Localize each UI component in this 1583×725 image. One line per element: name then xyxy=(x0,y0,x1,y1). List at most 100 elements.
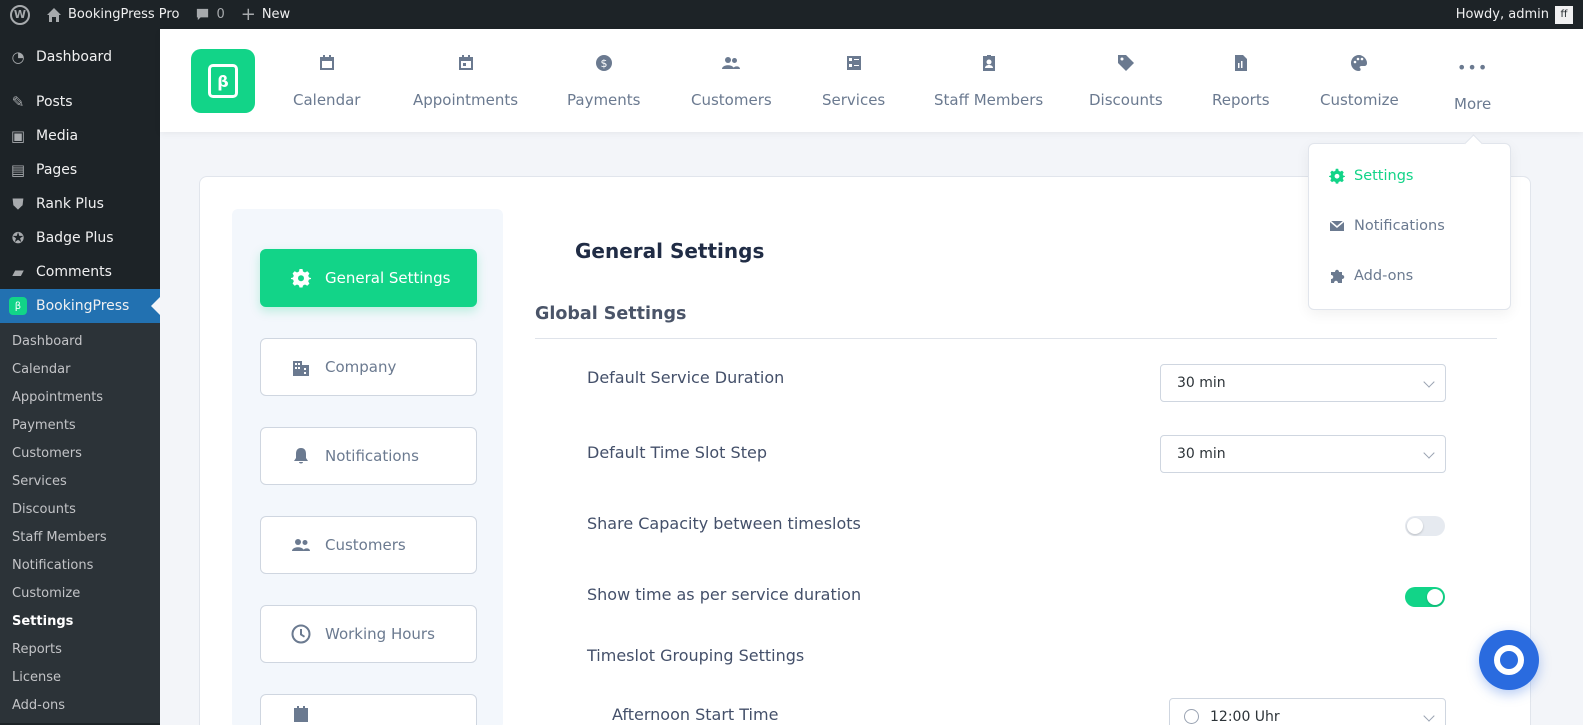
nav-reports[interactable]: Reports xyxy=(1212,51,1270,109)
media-icon: ▣ xyxy=(10,127,26,145)
share-capacity-toggle[interactable] xyxy=(1405,516,1445,536)
submenu-calendar[interactable]: Calendar xyxy=(0,355,160,383)
afternoon-start-time-picker[interactable]: 12:00 Uhr xyxy=(1169,698,1446,725)
bookingpress-top-nav: β Calendar Appointments $ Payments Custo… xyxy=(160,29,1583,132)
help-button[interactable] xyxy=(1479,630,1539,690)
nav-label: Services xyxy=(822,91,886,109)
wp-menu-badge-plus[interactable]: ✪ Badge Plus xyxy=(0,221,160,255)
new-label: New xyxy=(261,7,291,22)
wp-menu-rank-plus[interactable]: ⛊ Rank Plus xyxy=(0,187,160,221)
submenu-appointments[interactable]: Appointments xyxy=(0,383,160,411)
dollar-icon: $ xyxy=(595,51,613,75)
comment-icon: ▰ xyxy=(12,263,24,281)
appointments-icon xyxy=(457,51,475,75)
wp-menu-label: Dashboard xyxy=(36,49,112,65)
nav-label: Payments xyxy=(567,91,641,109)
nav-label: Appointments xyxy=(413,91,519,109)
gear-icon xyxy=(1329,168,1345,184)
nav-services[interactable]: Services xyxy=(822,51,885,109)
nav-appointments[interactable]: Appointments xyxy=(413,51,518,109)
tab-label: Working Hours xyxy=(325,625,435,643)
wp-menu-pages[interactable]: ▤ Pages xyxy=(0,153,160,187)
comments-link[interactable]: 0 xyxy=(187,0,232,29)
users-icon xyxy=(292,539,310,551)
bookingpress-icon: β xyxy=(8,297,28,315)
tab-next-partial[interactable] xyxy=(260,694,477,725)
submenu-customers[interactable]: Customers xyxy=(0,439,160,467)
ellipsis-icon: ••• xyxy=(1456,57,1489,77)
default-service-duration-select[interactable]: 30 min xyxy=(1160,364,1446,402)
wp-menu-posts[interactable]: ✎ Posts xyxy=(0,85,160,119)
chevron-down-icon xyxy=(1423,710,1435,722)
wp-menu-comments[interactable]: ▰ Comments xyxy=(0,255,160,289)
palette-icon xyxy=(1350,51,1368,75)
nav-label: Customers xyxy=(691,91,772,109)
submenu-payments[interactable]: Payments xyxy=(0,411,160,439)
new-content-link[interactable]: + New xyxy=(233,0,298,29)
submenu-add-ons[interactable]: Add-ons xyxy=(0,691,160,719)
svg-text:$: $ xyxy=(600,57,607,70)
page-title: General Settings xyxy=(575,239,765,263)
dropdown-item-add-ons[interactable]: Add-ons xyxy=(1329,268,1413,284)
my-account[interactable]: Howdy, admin ff xyxy=(1456,5,1583,24)
tab-label: Company xyxy=(325,358,397,376)
tab-notifications[interactable]: Notifications xyxy=(260,427,477,485)
wp-admin-sidebar: ◔ Dashboard ✎ Posts ▣ Media ▤ Pages ⛊ Ra… xyxy=(0,29,160,725)
clock-icon xyxy=(291,624,311,644)
bookingpress-submenu: Dashboard Calendar Appointments Payments… xyxy=(0,323,160,723)
default-time-slot-step-select[interactable]: 30 min xyxy=(1160,435,1446,473)
puzzle-icon xyxy=(1331,269,1345,283)
nav-calendar[interactable]: Calendar xyxy=(293,51,360,109)
services-icon xyxy=(845,51,863,75)
chevron-down-icon xyxy=(1423,376,1435,388)
select-value: 30 min xyxy=(1177,375,1226,391)
submenu-staff-members[interactable]: Staff Members xyxy=(0,523,160,551)
pin-icon: ✎ xyxy=(11,93,25,111)
submenu-settings[interactable]: Settings xyxy=(0,607,160,635)
tab-working-hours[interactable]: Working Hours xyxy=(260,605,477,663)
nav-staff-members[interactable]: Staff Members xyxy=(934,51,1043,109)
submenu-customize[interactable]: Customize xyxy=(0,579,160,607)
timeslot-grouping-label: Timeslot Grouping Settings xyxy=(587,646,805,665)
nav-customers[interactable]: Customers xyxy=(691,51,772,109)
report-icon xyxy=(1232,51,1250,75)
submenu-services[interactable]: Services xyxy=(0,467,160,495)
dropdown-label: Settings xyxy=(1354,168,1414,184)
pages-icon: ▤ xyxy=(10,161,26,179)
nav-discounts[interactable]: Discounts xyxy=(1089,51,1163,109)
toggle-knob xyxy=(1427,589,1443,605)
nav-more[interactable]: ••• More xyxy=(1454,55,1491,114)
select-value: 12:00 Uhr xyxy=(1210,709,1280,725)
wp-menu-dashboard[interactable]: ◔ Dashboard xyxy=(0,40,160,74)
wp-menu-label: Comments xyxy=(36,264,112,280)
submenu-discounts[interactable]: Discounts xyxy=(0,495,160,523)
wp-menu-bookingpress[interactable]: β BookingPress xyxy=(0,289,160,323)
default-service-duration-label: Default Service Duration xyxy=(587,368,785,387)
toggle-knob xyxy=(1407,518,1423,534)
submenu-dashboard[interactable]: Dashboard xyxy=(0,327,160,355)
tab-general-settings[interactable]: General Settings xyxy=(260,249,477,307)
bookingpress-logo[interactable]: β xyxy=(191,49,255,113)
comment-icon xyxy=(197,8,209,21)
wordpress-logo-button[interactable]: W xyxy=(0,0,38,29)
dropdown-label: Add-ons xyxy=(1354,268,1414,284)
submenu-notifications[interactable]: Notifications xyxy=(0,551,160,579)
dropdown-item-notifications[interactable]: Notifications xyxy=(1329,218,1445,234)
site-name-link[interactable]: BookingPress Pro xyxy=(38,0,187,29)
wp-menu-label: Rank Plus xyxy=(36,196,104,212)
submenu-license[interactable]: License xyxy=(0,663,160,691)
nav-payments[interactable]: $ Payments xyxy=(567,51,640,109)
tab-company[interactable]: Company xyxy=(260,338,477,396)
wp-menu-media[interactable]: ▣ Media xyxy=(0,119,160,153)
tag-icon xyxy=(1117,51,1135,75)
show-time-per-duration-toggle[interactable] xyxy=(1405,587,1445,607)
site-name: BookingPress Pro xyxy=(68,7,180,22)
divider xyxy=(535,338,1497,339)
dropdown-label: Notifications xyxy=(1354,218,1445,234)
bell-icon xyxy=(294,448,308,464)
wp-menu-label: Posts xyxy=(36,94,73,110)
submenu-reports[interactable]: Reports xyxy=(0,635,160,663)
dropdown-item-settings[interactable]: Settings xyxy=(1329,168,1413,184)
tab-customers[interactable]: Customers xyxy=(260,516,477,574)
nav-customize[interactable]: Customize xyxy=(1320,51,1399,109)
